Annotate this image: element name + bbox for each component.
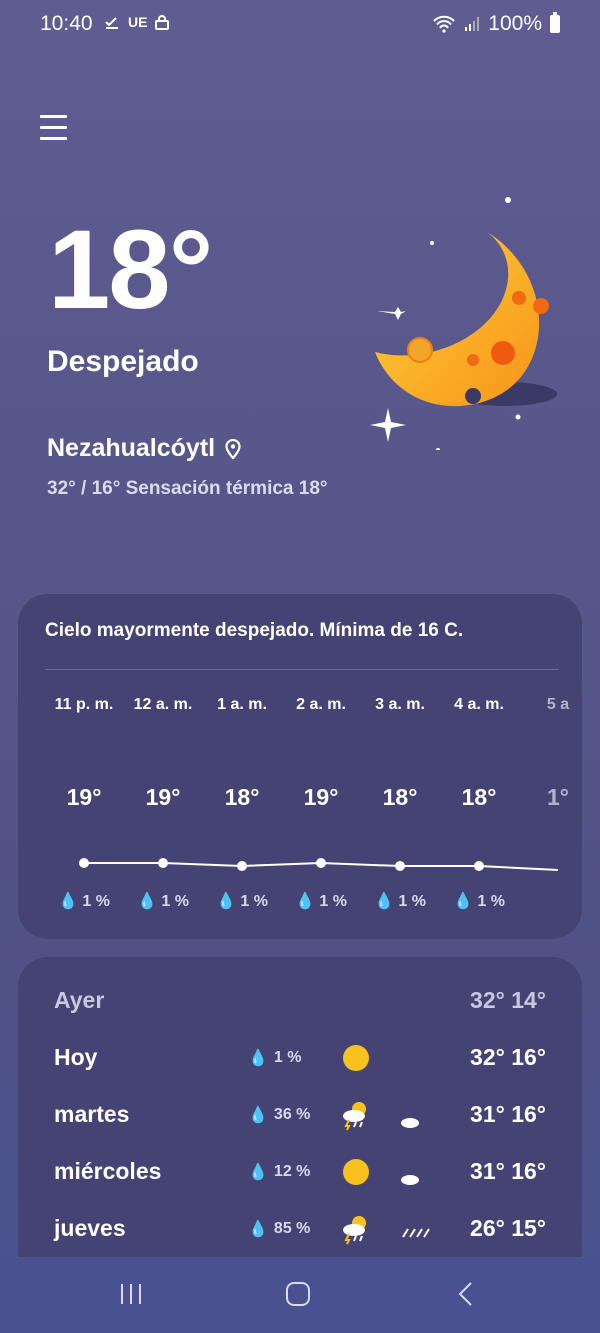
temperature-point — [395, 861, 405, 871]
daily-row[interactable]: martes 💧 36 % 31° 16° — [18, 1091, 582, 1141]
partly-cloudy-night-icon — [401, 1101, 433, 1128]
partly-cloudy-night-icon — [401, 1158, 433, 1185]
thunderstorm-icon — [343, 1216, 366, 1245]
temperature-point — [316, 858, 326, 868]
temperature-point — [237, 861, 247, 871]
recent-apps-button[interactable] — [118, 1281, 144, 1312]
crescent-moon-icon — [407, 1044, 432, 1070]
battery-percent: 100% — [488, 12, 542, 35]
notification-label: UE — [128, 14, 148, 30]
raindrop-icon: 💧 — [295, 893, 315, 910]
back-button[interactable] — [456, 1281, 476, 1312]
location-pin-icon[interactable] — [225, 438, 241, 459]
hourly-forecast-card: Cielo mayormente despejado. Mínima de 16… — [18, 594, 582, 939]
raindrop-icon: 💧 — [248, 1221, 268, 1238]
rain-icon — [402, 1228, 430, 1238]
divider — [45, 669, 559, 670]
raindrop-icon: 💧 — [58, 893, 78, 910]
temperature-point — [474, 861, 484, 871]
lock-icon — [155, 15, 170, 30]
thunderstorm-icon — [343, 1102, 366, 1131]
temperature-range: 32° / 16° Sensación térmica 18° — [47, 478, 328, 499]
crescent-moon-icon — [390, 732, 413, 755]
status-bar: 10:40 UE 100% — [0, 0, 600, 50]
status-time: 10:40 — [40, 12, 93, 35]
raindrop-icon: 💧 — [374, 893, 394, 910]
menu-icon[interactable] — [40, 115, 67, 141]
wifi-icon — [433, 15, 455, 33]
crescent-moon-icon — [548, 732, 571, 755]
crescent-moon-icon — [311, 732, 334, 755]
daily-row[interactable]: miércoles 💧 12 % 31° 16° — [18, 1148, 582, 1198]
daily-row[interactable]: Hoy 💧 1 % 32° 16° — [18, 1034, 582, 1084]
home-button[interactable] — [285, 1281, 311, 1312]
hourly-summary: Cielo mayormente despejado. Mínima de 16… — [45, 620, 464, 641]
raindrop-icon: 💧 — [248, 1050, 268, 1067]
sun-icon — [343, 1045, 369, 1071]
crescent-moon-icon — [74, 732, 97, 755]
location[interactable]: Nezahualcóytl — [47, 434, 241, 463]
raindrop-icon: 💧 — [248, 1164, 268, 1181]
current-condition: Despejado — [47, 345, 199, 378]
sun-icon — [343, 1159, 369, 1185]
raindrop-icon: 💧 — [453, 893, 473, 910]
download-check-icon — [105, 17, 118, 29]
temperature-curve — [79, 858, 559, 871]
current-temperature: 18° — [48, 207, 213, 332]
crescent-moon-icon — [153, 732, 176, 755]
temperature-point — [79, 858, 89, 868]
battery-icon — [550, 12, 560, 33]
daily-forecast-card: Ayer 32° 14° Hoy 💧 1 % 32° 16° martes 💧 36… — [18, 957, 582, 1257]
raindrop-icon: 💧 — [216, 893, 236, 910]
crescent-moon-icon — [469, 732, 492, 755]
crescent-moon-icon — [232, 732, 255, 755]
moon-illustration — [370, 197, 557, 450]
daily-row[interactable]: jueves 💧 85 % 26° 15° — [18, 1205, 582, 1255]
raindrop-half-icon: 💧 — [248, 1107, 268, 1124]
temperature-point — [158, 858, 168, 868]
signal-icon — [465, 17, 480, 31]
raindrop-icon: 💧 — [137, 893, 157, 910]
daily-row[interactable]: Ayer 32° 14° — [18, 977, 582, 1027]
location-name[interactable]: Nezahualcóytl — [47, 434, 215, 463]
navigation-bar — [0, 1257, 600, 1333]
